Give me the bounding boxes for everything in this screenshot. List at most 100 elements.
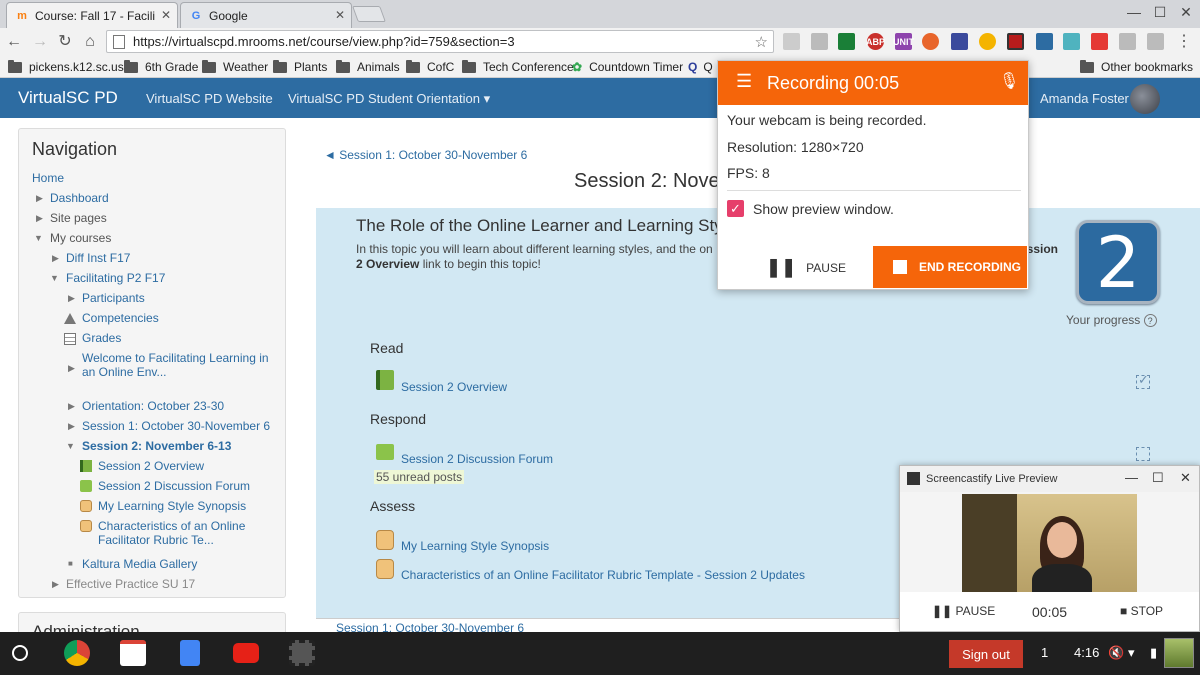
bookmark-star-icon[interactable]: ☆ xyxy=(755,33,768,51)
tab-google[interactable]: G Google ✕ xyxy=(180,2,352,28)
nav-orientation[interactable]: Orientation: October 23-30 xyxy=(82,399,224,413)
collapsed-icon[interactable]: ▶ xyxy=(52,253,59,264)
nav-grades[interactable]: Grades xyxy=(82,331,121,345)
forward-icon[interactable]: → xyxy=(30,32,50,52)
extension-icon[interactable] xyxy=(783,33,800,50)
address-bar[interactable]: https://virtualscpd.mrooms.net/course/vi… xyxy=(106,30,774,53)
bookmark-item[interactable]: CofC xyxy=(406,59,454,75)
close-tab-icon[interactable]: ✕ xyxy=(161,8,171,22)
extension-icon[interactable] xyxy=(1036,33,1053,50)
back-icon[interactable]: ← xyxy=(4,32,24,52)
adblock-icon[interactable]: ABP xyxy=(866,33,885,50)
tab-course[interactable]: m Course: Fall 17 - Facilitat ✕ xyxy=(6,2,178,29)
bookmark-item[interactable]: ✿ Countdown Timer xyxy=(572,59,683,75)
hamburger-menu-icon[interactable]: ☰ xyxy=(736,71,752,92)
nav-dashboard[interactable]: Dashboard xyxy=(50,191,109,205)
reload-icon[interactable]: ↻ xyxy=(55,32,75,52)
extension-icon[interactable] xyxy=(811,33,828,50)
expanded-icon[interactable]: ▼ xyxy=(66,441,75,451)
microphone-icon[interactable]: 🎙 xyxy=(999,71,1019,91)
avatar[interactable] xyxy=(1164,638,1194,668)
page-info-icon[interactable] xyxy=(113,34,125,49)
user-name[interactable]: Amanda Foster xyxy=(1040,91,1129,106)
close-window-icon[interactable]: ✕ xyxy=(1176,4,1196,21)
site-link-dropdown[interactable]: VirtualSC PD Student Orientation ▾ xyxy=(288,91,490,107)
minimize-icon[interactable]: — xyxy=(1124,4,1144,20)
nav-my-courses[interactable]: My courses xyxy=(50,231,111,245)
preview-checkbox[interactable]: ✓ xyxy=(727,200,744,217)
extension-icon[interactable] xyxy=(951,33,968,50)
collapsed-icon[interactable]: ▶ xyxy=(52,579,59,590)
site-brand[interactable]: VirtualSC PD xyxy=(18,88,118,108)
nav-kaltura[interactable]: Kaltura Media Gallery xyxy=(82,557,197,571)
nav-synopsis[interactable]: My Learning Style Synopsis xyxy=(98,499,246,513)
activity-link[interactable]: Session 2 Overview xyxy=(401,380,507,394)
minimize-icon[interactable]: — xyxy=(1125,470,1138,485)
help-icon[interactable]: ? xyxy=(1143,314,1157,327)
expanded-icon[interactable]: ▼ xyxy=(34,233,43,243)
other-bookmarks[interactable]: Other bookmarks xyxy=(1080,59,1193,75)
preview-pause-button[interactable]: ❚❚ PAUSE xyxy=(932,604,995,618)
collapsed-icon[interactable]: ▶ xyxy=(68,401,75,412)
gmail-icon[interactable] xyxy=(120,640,146,666)
nav-s2-overview[interactable]: Session 2 Overview xyxy=(98,459,204,473)
sign-out-button[interactable]: Sign out xyxy=(949,640,1023,668)
nav-participants[interactable]: Participants xyxy=(82,291,145,305)
extension-icon[interactable] xyxy=(838,33,855,50)
mute-icon[interactable]: 🔇 xyxy=(1108,645,1124,661)
bookmark-item[interactable]: QQ xyxy=(688,59,713,75)
extension-icon[interactable]: UNIT xyxy=(893,33,914,50)
nav-session1[interactable]: Session 1: October 30-November 6 xyxy=(82,419,270,433)
screencastify-icon[interactable] xyxy=(1007,33,1024,50)
close-icon[interactable]: ✕ xyxy=(1180,470,1191,486)
completion-checked-icon[interactable]: ✓ xyxy=(1136,372,1150,389)
site-link[interactable]: VirtualSC PD Website xyxy=(146,91,273,106)
collapsed-icon[interactable]: ▶ xyxy=(36,193,43,204)
bookmark-item[interactable]: pickens.k12.sc.us xyxy=(8,59,124,75)
extension-icon[interactable] xyxy=(1147,33,1164,50)
home-icon[interactable]: ⌂ xyxy=(80,32,100,52)
nav-home[interactable]: Home xyxy=(32,171,64,185)
expanded-icon[interactable]: ▼ xyxy=(50,273,59,283)
maximize-icon[interactable]: ☐ xyxy=(1152,470,1164,486)
clock[interactable]: 4:16 xyxy=(1074,645,1099,660)
bookmark-item[interactable]: Animals xyxy=(336,59,400,75)
bookmark-item[interactable]: Weather xyxy=(202,59,268,75)
collapsed-icon[interactable]: ▶ xyxy=(68,421,75,432)
new-tab-button[interactable] xyxy=(352,6,386,22)
nav-welcome[interactable]: Welcome to Facilitating Learning in an On… xyxy=(82,351,269,379)
bookmark-item[interactable]: Tech Conference xyxy=(462,59,574,75)
extension-icon[interactable] xyxy=(922,33,939,50)
battery-icon[interactable]: ▮ xyxy=(1150,645,1157,661)
preview-stop-button[interactable]: ■ STOP xyxy=(1120,604,1163,618)
extension-icon[interactable] xyxy=(979,33,996,50)
collapsed-icon[interactable]: ▶ xyxy=(36,213,43,224)
pause-button[interactable]: ❚❚ PAUSE xyxy=(766,257,846,278)
nav-competencies[interactable]: Competencies xyxy=(82,311,159,325)
activity-link[interactable]: Characteristics of an Online Facilitator… xyxy=(401,568,805,582)
activity-link[interactable]: Session 2 Discussion Forum xyxy=(401,452,553,466)
collapsed-icon[interactable]: ▶ xyxy=(68,363,75,374)
end-recording-button[interactable]: END RECORDING xyxy=(873,246,1027,288)
extension-icon[interactable] xyxy=(1119,33,1136,50)
previous-section-link[interactable]: ◄ Session 1: October 30-November 6 xyxy=(324,148,527,162)
wifi-icon[interactable]: ▾ xyxy=(1128,645,1135,661)
unread-posts[interactable]: 55 unread posts xyxy=(374,470,465,484)
previous-section-link[interactable]: Session 1: October 30-November 6 xyxy=(336,621,524,632)
nav-session2[interactable]: Session 2: November 6-13 xyxy=(82,439,231,453)
extension-icon[interactable] xyxy=(1091,33,1108,50)
chrome-icon[interactable] xyxy=(64,640,90,666)
nav-s2-forum[interactable]: Session 2 Discussion Forum xyxy=(98,479,250,493)
nav-course-facilitating[interactable]: Facilitating P2 F17 xyxy=(66,271,165,285)
maximize-icon[interactable]: ☐ xyxy=(1150,4,1170,21)
completion-checkbox[interactable] xyxy=(1136,447,1150,461)
nav-effective[interactable]: Effective Practice SU 17 xyxy=(66,577,195,591)
screencastify-app-icon[interactable] xyxy=(289,640,315,666)
bookmark-item[interactable]: Plants xyxy=(273,59,327,75)
extension-icon[interactable] xyxy=(1063,33,1080,50)
nav-course-diff[interactable]: Diff Inst F17 xyxy=(66,251,130,265)
collapsed-icon[interactable]: ▶ xyxy=(68,293,75,304)
launcher-icon[interactable] xyxy=(12,645,28,661)
bookmark-item[interactable]: 6th Grade xyxy=(124,59,198,75)
youtube-icon[interactable] xyxy=(233,643,259,663)
